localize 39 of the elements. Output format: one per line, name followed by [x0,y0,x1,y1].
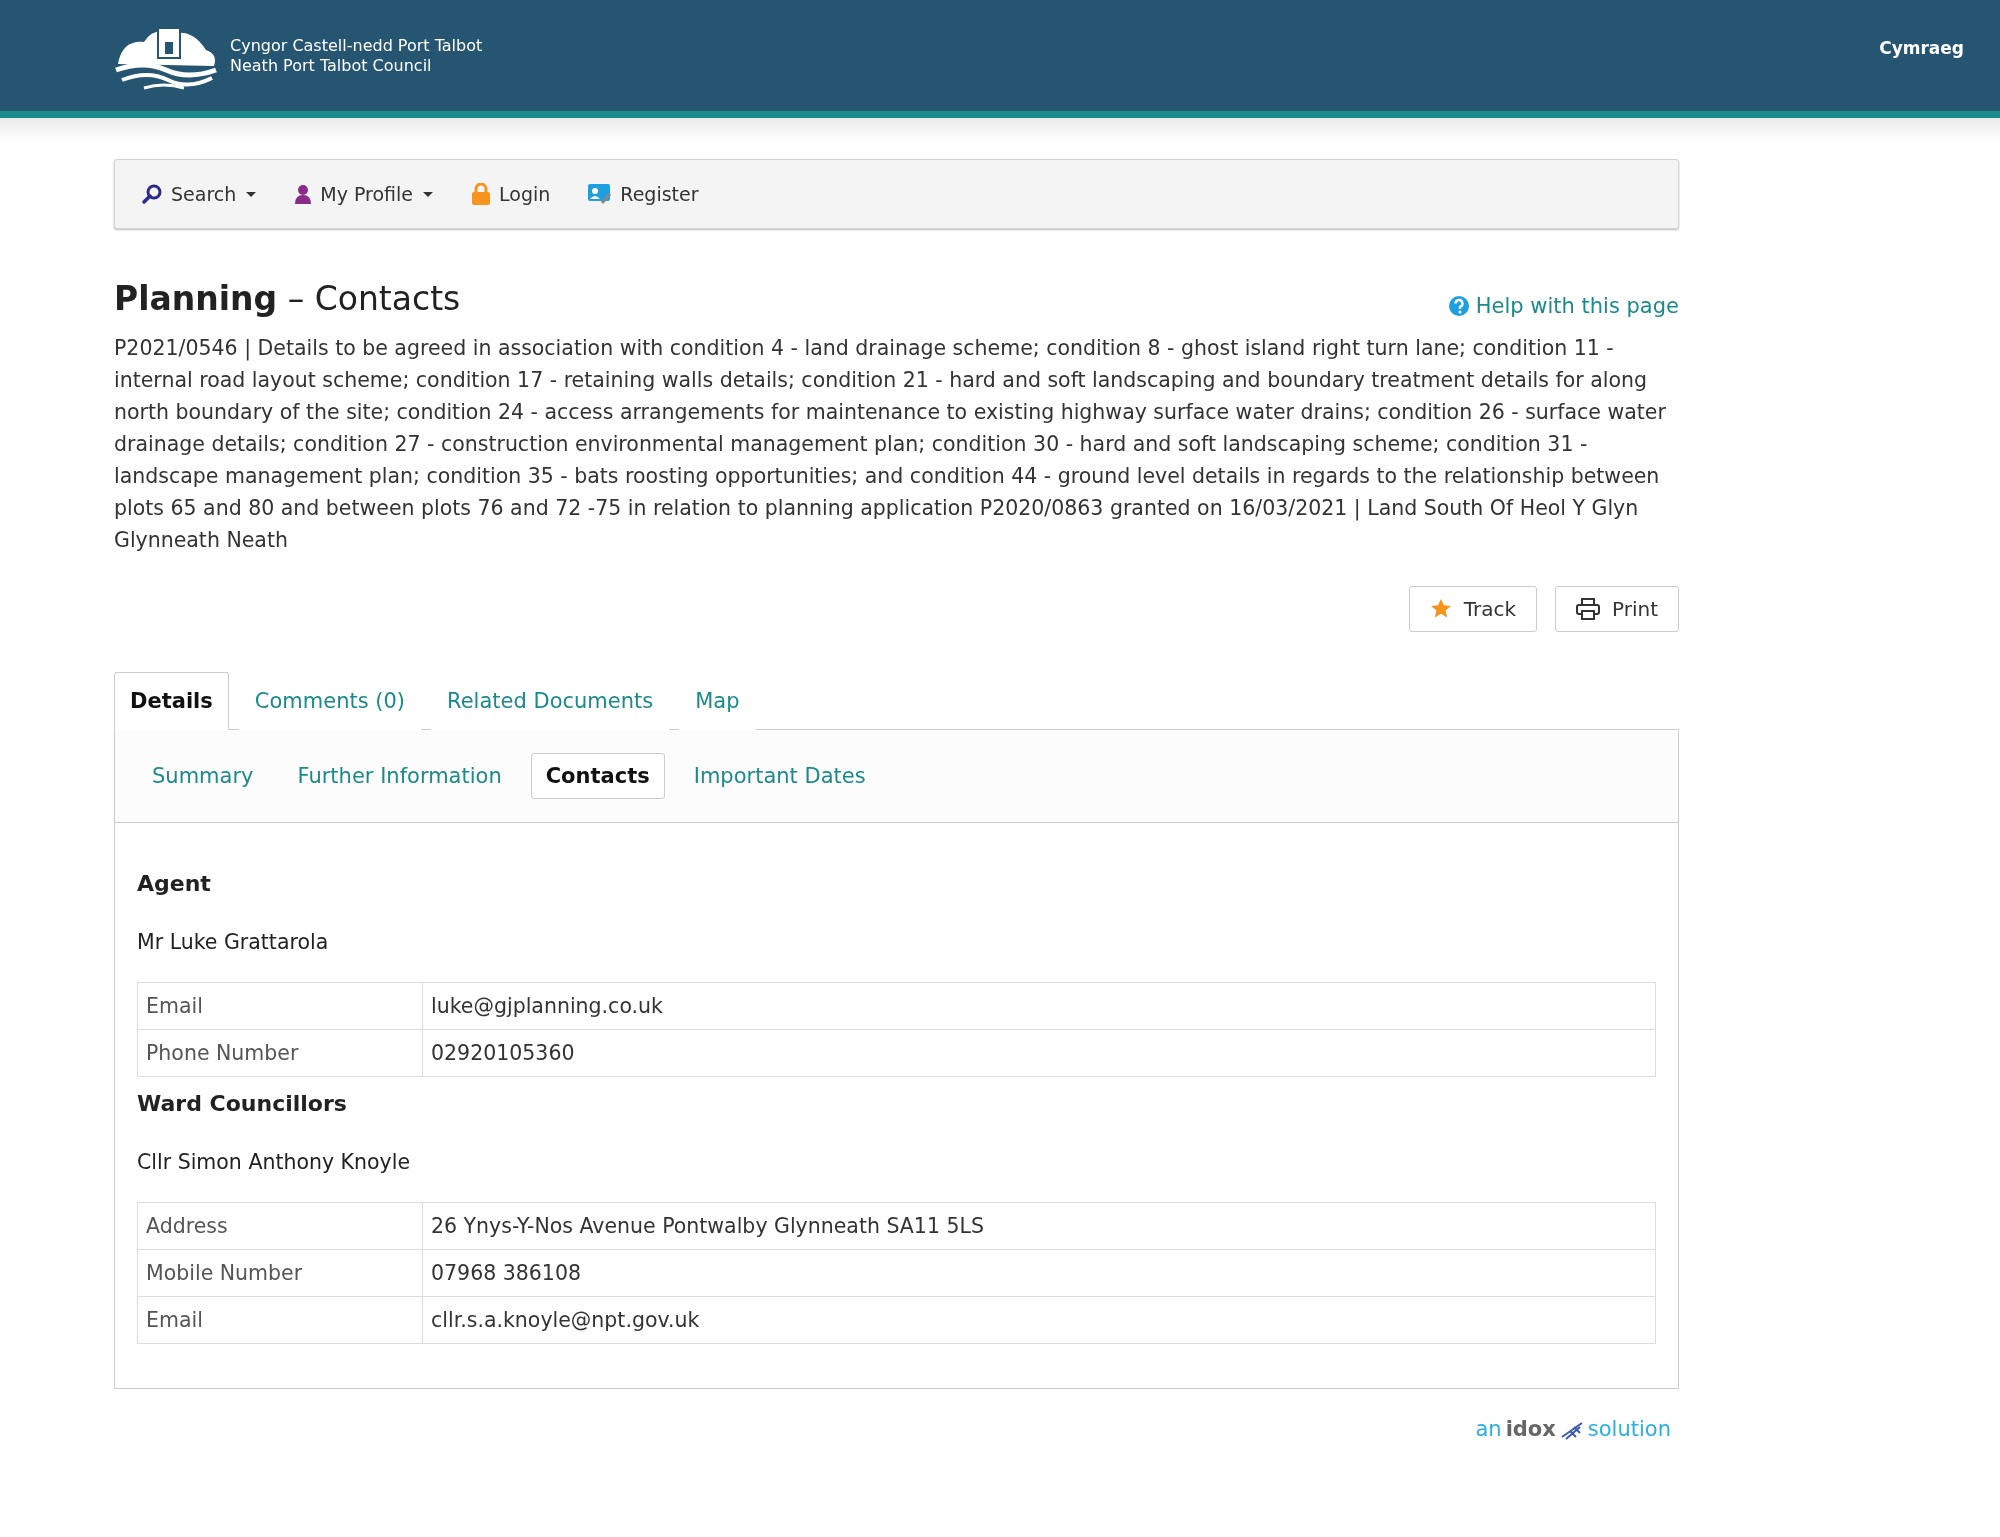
contact-name: Cllr Simon Anthony Knoyle [137,1150,412,1174]
action-button[interactable]: Track [1408,586,1537,632]
contact-name: Mr Luke Grattarola [137,930,330,954]
field-label: Email [137,982,423,1030]
nav-item[interactable]: My Profile [288,175,440,213]
field-label: Email [137,1296,423,1344]
field-value: luke@gjplanning.co.uk [422,982,1656,1030]
help-icon [1447,295,1470,317]
subtab[interactable]: Important Dates [678,753,881,799]
field-value: 02920105360 [422,1029,1656,1077]
nav-item[interactable]: Login [465,175,557,213]
field-label: Mobile Number [137,1249,423,1297]
field-value: 26 Ynys-Y-Nos Avenue Pontwalby Glynneath SA11 5LS [422,1202,1656,1250]
subtab[interactable]: Summary [137,753,269,799]
person-icon [294,184,313,204]
nav-item[interactable]: Search [135,175,263,213]
field-value: cllr.s.a.knoyle@npt.gov.uk [422,1296,1656,1344]
lock-icon [471,183,492,205]
section-heading: Ward Councillors [137,1091,348,1116]
field-label: Address [137,1202,423,1250]
nav-item[interactable]: Register [582,175,705,213]
subtab[interactable]: Further Information [282,753,517,799]
help-link[interactable]: Help with this page [1447,294,1679,318]
subtab[interactable]: Contacts [530,753,665,799]
action-button[interactable]: Print [1555,586,1679,632]
application-description: P2021/0546 | Details to be agreed in association with condition 4 - land drainage scheme; condition 8 - ghost island right turn lane; condition 11 - internal road layout scheme; condition 17 - retaining walls details; condition 21 - hard and soft landscaping and boundary treatment details for along north boundary of the site; condition 24 - access arrangements for maintenance to existing highway surface water drains; condition 26 - surface water drainage details; condition 27 - construction environmental management plan; condition 30 - hard and soft landscaping scheme; condition 31 - landscape management plan; condition 35 - bats roosting opportunities; and condition 44 - ground level details in regards to the relationship between plots 65 and 80 and between plots 76 and 72 -75 in relation to planning application P2020/0863 granted on 16/03/2021 | Land South Of Heol Y Glyn Glynneath Neath [114,335,1667,554]
tab[interactable]: Details [114,672,229,730]
field-value: 07968 386108 [422,1249,1656,1297]
star-icon [1429,598,1452,620]
council-name: Neath Port Talbot Council [230,55,433,76]
page-title: Planning – Contacts [114,279,461,318]
council-name: Cyngor Castell-nedd Port Talbot [230,35,483,56]
idox-logo: an idox solution [1475,1417,1671,1441]
section-heading: Agent [137,871,212,896]
id-card-icon [588,183,613,205]
language-link[interactable]: Cymraeg [1879,37,1964,58]
search-icon [141,183,163,205]
field-label: Phone Number [137,1029,423,1077]
printer-icon [1576,598,1600,620]
